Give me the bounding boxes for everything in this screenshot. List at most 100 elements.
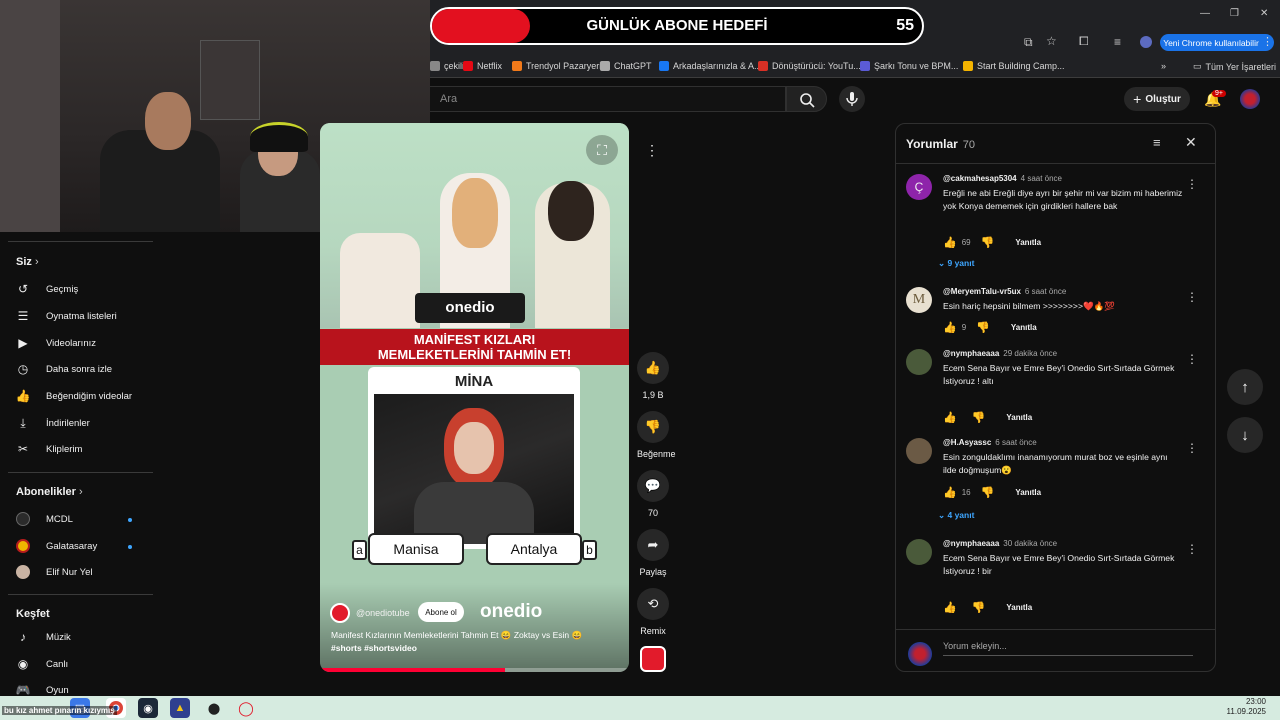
sidebar-item-playlists[interactable]: ☰ Oynatma listeleri xyxy=(16,309,117,323)
all-bookmarks[interactable]: ▭ Tüm Yer İşaretleri xyxy=(1193,61,1276,72)
sidebar-you-title[interactable]: Siz › xyxy=(16,256,39,268)
subscribe-button[interactable]: Abone ol xyxy=(418,602,464,622)
channel-avatar[interactable] xyxy=(330,603,350,623)
add-comment-input[interactable]: Yorum ekleyin... xyxy=(943,641,1193,656)
thumb-down-icon[interactable]: 👎 xyxy=(972,411,986,424)
bookmark-3[interactable]: ChatGPT xyxy=(600,61,652,71)
new-content-dot xyxy=(128,518,132,522)
sidebar-sub-galatasaray[interactable]: Galatasaray xyxy=(16,539,97,553)
shorts-player[interactable]: onedio ⛶ MANİFEST KIZLARI MEMLEKETLERİNİ… xyxy=(320,123,629,672)
thumb-up-icon[interactable]: 👍 xyxy=(943,486,957,499)
comment-avatar[interactable] xyxy=(906,539,932,565)
elif-avatar xyxy=(16,565,30,579)
chatgpt-icon xyxy=(600,61,610,71)
reply-button[interactable]: Yanıtla xyxy=(1006,603,1032,612)
share-button[interactable]: ➦ Paylaş xyxy=(637,529,669,577)
bookmark-1[interactable]: Netflix xyxy=(463,61,502,71)
steam-icon[interactable]: ◉ xyxy=(138,698,158,718)
comments-button[interactable]: 💬 70 xyxy=(637,470,669,518)
comment-avatar[interactable] xyxy=(906,438,932,464)
thumb-up-icon[interactable]: 👍 xyxy=(943,601,957,614)
comment-author[interactable]: @nymphaeaaa 29 dakika önce xyxy=(943,349,1057,358)
extensions-icon[interactable]: ⧠ xyxy=(1079,34,1089,49)
comment-author[interactable]: @H.Asyassc 6 saat önce xyxy=(943,438,1037,447)
sidebar-item-history[interactable]: ↺ Geçmiş xyxy=(16,282,78,296)
profile-icon[interactable] xyxy=(1140,36,1152,48)
opera-icon[interactable]: ◯ xyxy=(236,698,256,718)
sidebar-item-watch-later[interactable]: ◷ Daha sonra izle xyxy=(16,362,112,376)
thumb-down-icon[interactable]: 👎 xyxy=(981,236,995,249)
comment-author[interactable]: @cakmahesap5304 4 saat önce xyxy=(943,174,1062,183)
bookmark-4[interactable]: Arkadaşlarınızla & A... xyxy=(659,61,762,71)
like-button[interactable]: 👍 1,9 B xyxy=(637,352,669,400)
comment-avatar[interactable]: Ç xyxy=(906,174,932,200)
restore-icon[interactable]: ❐ xyxy=(1230,8,1239,19)
close-window-icon[interactable]: ✕ xyxy=(1260,8,1268,19)
comment-avatar[interactable]: M xyxy=(906,287,932,313)
star-icon[interactable]: ☆ xyxy=(1046,34,1057,48)
create-button[interactable]: + Oluştur xyxy=(1124,87,1190,111)
voice-search-button[interactable] xyxy=(839,86,865,112)
channel-info[interactable]: @onediotube xyxy=(330,603,410,623)
sidebar-item-liked-videos[interactable]: 👍 Beğendiğim videolar xyxy=(16,389,133,403)
replies-toggle[interactable]: ⌄ 9 yanıt xyxy=(938,258,974,269)
app-icon[interactable]: ▲ xyxy=(170,698,190,718)
search-button[interactable] xyxy=(786,86,827,112)
user-avatar[interactable] xyxy=(1240,89,1260,109)
minimize-icon[interactable]: — xyxy=(1200,8,1210,19)
more-options-icon[interactable]: ⋮ xyxy=(640,138,664,162)
replies-toggle[interactable]: ⌄ 4 yanıt xyxy=(938,510,974,521)
bookmark-2[interactable]: Trendyol Pazaryeri xyxy=(512,61,601,71)
comment-menu-icon[interactable]: ⋮ xyxy=(1186,290,1198,304)
search-input[interactable]: Ara xyxy=(430,86,786,112)
cast-icon[interactable]: ⧉ xyxy=(1024,35,1033,50)
comment-author[interactable]: @MeryemTalu-vr5ux 6 saat önce xyxy=(943,287,1066,296)
chrome-update-button[interactable]: Yeni Chrome kullanılabilir xyxy=(1160,34,1274,51)
thumb-down-icon[interactable]: 👎 xyxy=(981,486,995,499)
thumb-up-icon[interactable]: 👍 xyxy=(943,321,957,334)
channel-name[interactable]: @onediotube xyxy=(356,608,410,618)
close-icon[interactable]: ✕ xyxy=(1185,134,1197,151)
previous-short-button[interactable]: ↑ xyxy=(1227,369,1263,405)
sort-icon[interactable]: ≡ xyxy=(1153,135,1161,150)
sidebar-item-your-videos[interactable]: ▶ Videolarınız xyxy=(16,336,96,350)
sidebar-item-music[interactable]: ♪ Müzik xyxy=(16,630,71,644)
comment-text: Ecem Sena Bayır ve Emre Bey'i Onedio Sır… xyxy=(943,363,1175,386)
sidebar-sub-mcdl[interactable]: MCDL xyxy=(16,512,73,526)
dislike-button[interactable]: 👎 Beğenme xyxy=(637,411,676,459)
thumb-up-icon[interactable]: 👍 xyxy=(943,411,957,424)
sidebar-item-downloads[interactable]: ⤓ İndirilenler xyxy=(16,416,89,430)
sidebar-subscriptions-title[interactable]: Abonelikler › xyxy=(16,486,83,498)
thumb-down-icon[interactable]: 👎 xyxy=(972,601,986,614)
reply-button[interactable]: Yanıtla xyxy=(1015,238,1041,247)
sidebar-item-clips[interactable]: ✂ Kliplerim xyxy=(16,442,82,456)
sidebar-item-gaming[interactable]: 🎮 Oyun xyxy=(16,683,69,697)
comment-menu-icon[interactable]: ⋮ xyxy=(1186,542,1198,556)
remix-button[interactable]: ⟲ Remix xyxy=(637,588,669,636)
comment-menu-icon[interactable]: ⋮ xyxy=(1186,177,1198,191)
comment-author[interactable]: @nymphaeaaa 30 dakika önce xyxy=(943,539,1057,548)
channel-thumbnail[interactable] xyxy=(640,646,666,672)
comment-menu-icon[interactable]: ⋮ xyxy=(1186,441,1198,455)
trendyol-icon xyxy=(512,61,522,71)
thumb-down-icon[interactable]: 👎 xyxy=(976,321,990,334)
next-short-button[interactable]: ↓ xyxy=(1227,417,1263,453)
reply-button[interactable]: Yanıtla xyxy=(1006,413,1032,422)
video-hashtags[interactable]: #shorts #shortsvideo xyxy=(331,643,417,653)
bookmark-5[interactable]: Dönüştürücü: YouTu... xyxy=(758,61,861,71)
thumb-up-icon[interactable]: 👍 xyxy=(943,236,957,249)
comment-avatar[interactable] xyxy=(906,349,932,375)
reading-list-icon[interactable]: ≡ xyxy=(1114,35,1121,49)
sidebar-sub-elif-nur-yel[interactable]: Elif Nur Yel xyxy=(16,565,92,579)
reply-button[interactable]: Yanıtla xyxy=(1011,323,1037,332)
comment-menu-icon[interactable]: ⋮ xyxy=(1186,352,1198,366)
obs-icon[interactable]: ⬤ xyxy=(204,698,224,718)
bookmark-6[interactable]: Şarkı Tonu ve BPM... xyxy=(860,61,958,71)
sidebar-item-live[interactable]: ◉ Canlı xyxy=(16,657,68,671)
chrome-menu-icon[interactable]: ⋮ xyxy=(1262,35,1273,48)
fullscreen-icon[interactable]: ⛶ xyxy=(586,135,618,165)
bookmarks-overflow-icon[interactable]: » xyxy=(1161,61,1166,71)
reply-button[interactable]: Yanıtla xyxy=(1015,488,1041,497)
bookmark-7[interactable]: Start Building Camp... xyxy=(963,61,1065,71)
video-progress[interactable] xyxy=(320,668,629,672)
